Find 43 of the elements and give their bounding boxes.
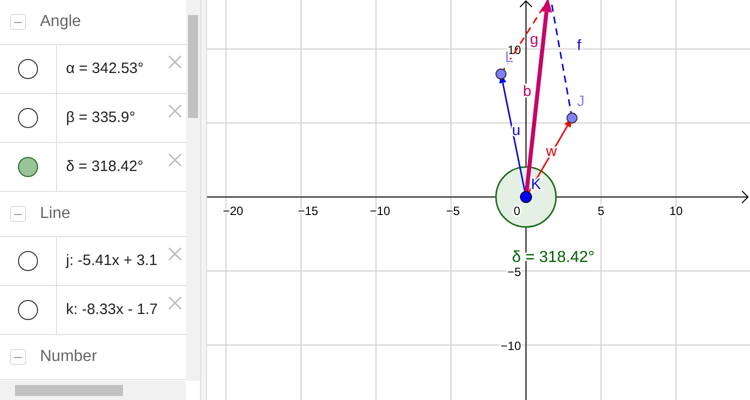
algebra-entry[interactable]: δ = 318.42° xyxy=(66,156,144,178)
section-title: Number xyxy=(40,347,97,367)
visibility-toggle[interactable] xyxy=(18,157,38,177)
axis-label: −20 xyxy=(222,204,244,218)
axis-label: −10 xyxy=(500,339,521,353)
horizontal-scrollbar[interactable] xyxy=(0,381,186,400)
scrollbar-thumb[interactable] xyxy=(188,15,198,118)
splitter-bar[interactable] xyxy=(200,0,207,400)
algebra-entry[interactable]: k: -8.33x - 1.7 xyxy=(66,298,158,322)
collapse-icon[interactable] xyxy=(10,349,26,365)
scrollbar-thumb[interactable] xyxy=(15,385,123,396)
object-label: g xyxy=(530,31,538,48)
collapse-icon[interactable] xyxy=(10,14,26,30)
point xyxy=(496,68,506,80)
algebra-entry[interactable]: j: -5.41x + 3.1 xyxy=(66,250,158,272)
point xyxy=(566,112,578,124)
axis-label: 5 xyxy=(598,204,604,218)
object-label: f xyxy=(577,37,582,54)
section-title: Line xyxy=(40,204,70,224)
visibility-toggle[interactable] xyxy=(18,59,38,79)
angle-sector xyxy=(495,166,557,228)
collapse-icon[interactable] xyxy=(10,206,26,222)
section-title: Angle xyxy=(40,12,81,32)
algebra-entry[interactable]: α = 342.53° xyxy=(66,58,144,80)
delete-icon[interactable] xyxy=(168,104,182,118)
axis-label: 0 xyxy=(514,204,520,218)
delete-icon[interactable] xyxy=(168,247,182,261)
visibility-toggle[interactable] xyxy=(18,108,38,128)
visibility-toggle[interactable] xyxy=(18,251,38,271)
axis-label: 10 xyxy=(669,204,683,218)
visibility-toggle[interactable] xyxy=(18,300,38,320)
axis-label: −5 xyxy=(507,265,521,279)
axis-label: −5 xyxy=(446,204,460,218)
vertical-scrollbar[interactable] xyxy=(186,0,200,381)
delete-icon[interactable] xyxy=(168,296,182,310)
object-label: u xyxy=(512,122,520,139)
delete-icon[interactable] xyxy=(168,55,182,69)
axis-label: −15 xyxy=(298,204,318,218)
object-label: J xyxy=(577,93,584,110)
axis-label: −10 xyxy=(370,204,390,218)
object-label: K xyxy=(531,176,542,193)
algebra-entry[interactable]: β = 335.9° xyxy=(66,106,136,130)
delete-icon[interactable] xyxy=(168,153,182,167)
